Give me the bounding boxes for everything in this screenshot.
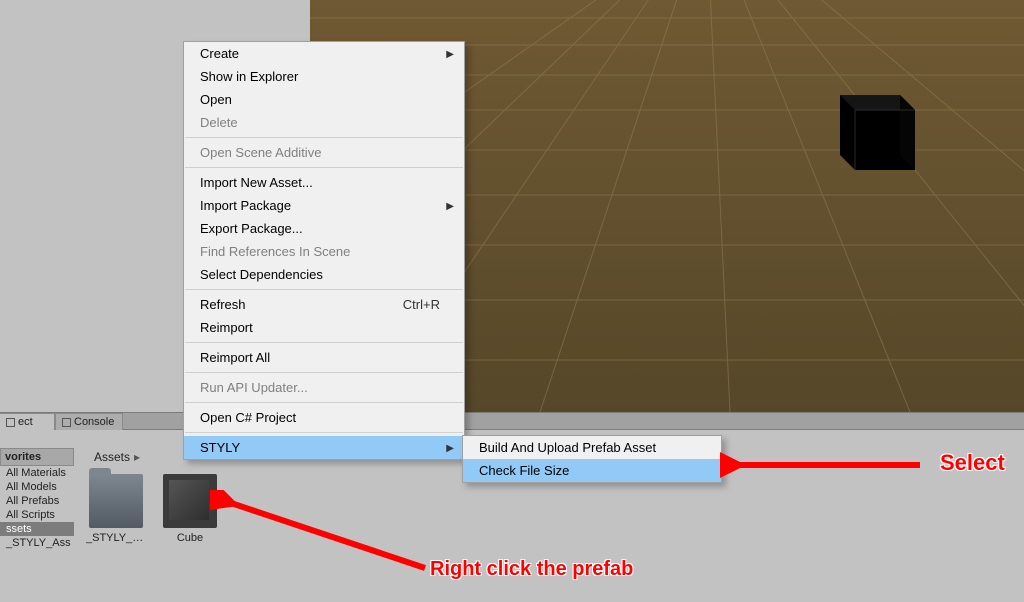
- submenu-build-upload-prefab[interactable]: Build And Upload Prefab Asset: [463, 436, 721, 459]
- tab-console[interactable]: Console: [55, 413, 123, 431]
- menu-open-scene-additive: Open Scene Additive: [184, 141, 464, 164]
- tab-console-label: Console: [74, 416, 114, 428]
- favorite-item[interactable]: All Prefabs: [0, 494, 74, 508]
- annotation-arrow: [720, 450, 940, 480]
- tab-project[interactable]: ect: [0, 413, 55, 431]
- asset-thumbnail-folder[interactable]: _STYLY_A...: [86, 474, 146, 544]
- menu-show-in-explorer[interactable]: Show in Explorer: [184, 65, 464, 88]
- assets-header[interactable]: ssets: [0, 522, 74, 536]
- context-menu: Create▶ Show in Explorer Open Delete Ope…: [183, 41, 465, 460]
- menu-reimport-all[interactable]: Reimport All: [184, 346, 464, 369]
- annotation-arrow: [210, 490, 440, 580]
- asset-label: _STYLY_A...: [86, 532, 146, 544]
- annotation-right-click-label: Right click the prefab: [430, 558, 633, 581]
- tab-project-label: ect: [18, 416, 33, 428]
- menu-separator: [185, 137, 463, 138]
- breadcrumb[interactable]: Assets ▸: [94, 450, 140, 464]
- menu-run-api-updater: Run API Updater...: [184, 376, 464, 399]
- menu-styly[interactable]: STYLY▶: [184, 436, 464, 459]
- context-submenu-styly: Build And Upload Prefab Asset Check File…: [462, 435, 722, 483]
- menu-separator: [185, 402, 463, 403]
- menu-separator: [185, 432, 463, 433]
- menu-separator: [185, 372, 463, 373]
- menu-export-package[interactable]: Export Package...: [184, 217, 464, 240]
- favorite-item[interactable]: All Materials: [0, 466, 74, 480]
- menu-open[interactable]: Open: [184, 88, 464, 111]
- menu-open-csharp-project[interactable]: Open C# Project: [184, 406, 464, 429]
- favorite-item[interactable]: All Scripts: [0, 508, 74, 522]
- menu-import-new-asset[interactable]: Import New Asset...: [184, 171, 464, 194]
- menu-import-package[interactable]: Import Package▶: [184, 194, 464, 217]
- menu-separator: [185, 342, 463, 343]
- project-sidebar: vorites All Materials All Models All Pre…: [0, 448, 74, 602]
- menu-create[interactable]: Create▶: [184, 42, 464, 65]
- scene-cube-object: [840, 95, 915, 170]
- panel-tab-bar: ect Console: [0, 412, 1024, 430]
- chevron-right-icon: ▶: [446, 46, 454, 63]
- menu-select-dependencies[interactable]: Select Dependencies: [184, 263, 464, 286]
- menu-reimport[interactable]: Reimport: [184, 316, 464, 339]
- shortcut-label: Ctrl+R: [403, 296, 440, 313]
- chevron-right-icon: ▸: [134, 450, 140, 464]
- menu-separator: [185, 289, 463, 290]
- menu-find-references: Find References In Scene: [184, 240, 464, 263]
- menu-refresh[interactable]: RefreshCtrl+R: [184, 293, 464, 316]
- chevron-right-icon: ▶: [446, 198, 454, 215]
- folder-icon: [89, 474, 143, 528]
- asset-folder-item[interactable]: _STYLY_Ass: [0, 536, 74, 550]
- favorites-header[interactable]: vorites: [0, 448, 74, 466]
- menu-delete: Delete: [184, 111, 464, 134]
- breadcrumb-root: Assets: [94, 450, 130, 464]
- cube-prefab-icon: [163, 474, 217, 528]
- annotation-select-label: Select: [940, 450, 1005, 476]
- menu-separator: [185, 167, 463, 168]
- favorite-item[interactable]: All Models: [0, 480, 74, 494]
- submenu-check-file-size[interactable]: Check File Size: [463, 459, 721, 482]
- chevron-right-icon: ▶: [446, 440, 454, 457]
